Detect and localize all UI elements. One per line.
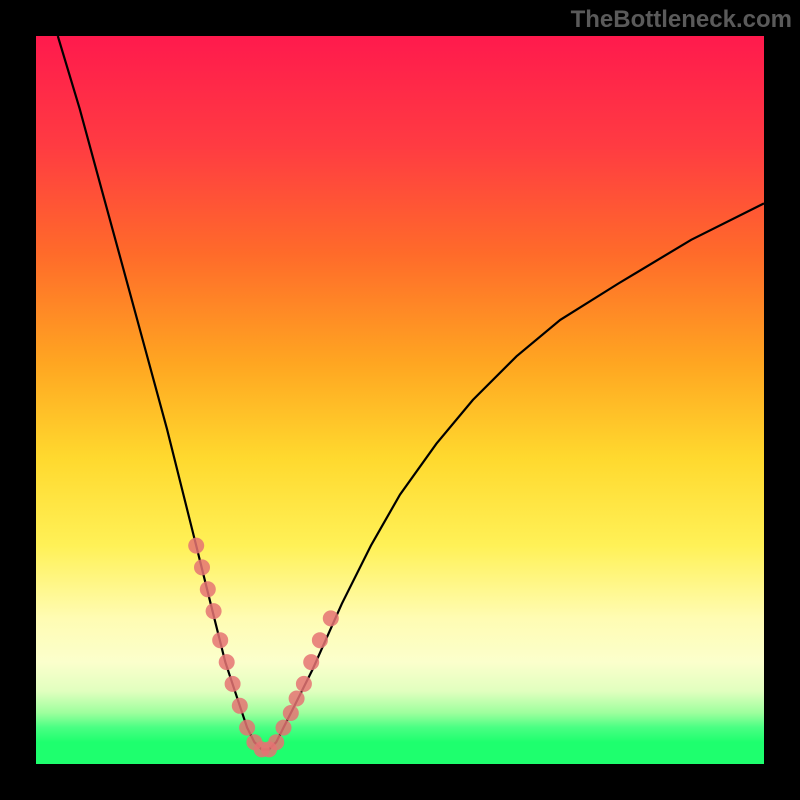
highlighted-points: [188, 538, 339, 758]
marker-point: [188, 538, 204, 554]
marker-point: [283, 705, 299, 721]
marker-point: [323, 610, 339, 626]
marker-point: [296, 676, 312, 692]
marker-point: [194, 559, 210, 575]
curve-svg: [36, 36, 764, 764]
marker-point: [303, 654, 319, 670]
marker-point: [225, 676, 241, 692]
bottleneck-curve: [58, 36, 764, 749]
plot-area: [36, 36, 764, 764]
watermark-text: TheBottleneck.com: [571, 6, 792, 34]
marker-point: [239, 720, 255, 736]
marker-point: [219, 654, 235, 670]
marker-point: [289, 691, 305, 707]
chart-container: TheBottleneck.com: [0, 0, 800, 800]
marker-point: [268, 734, 284, 750]
marker-point: [206, 603, 222, 619]
marker-point: [312, 632, 328, 648]
marker-point: [276, 720, 292, 736]
marker-point: [200, 581, 216, 597]
marker-point: [232, 698, 248, 714]
marker-point: [212, 632, 228, 648]
